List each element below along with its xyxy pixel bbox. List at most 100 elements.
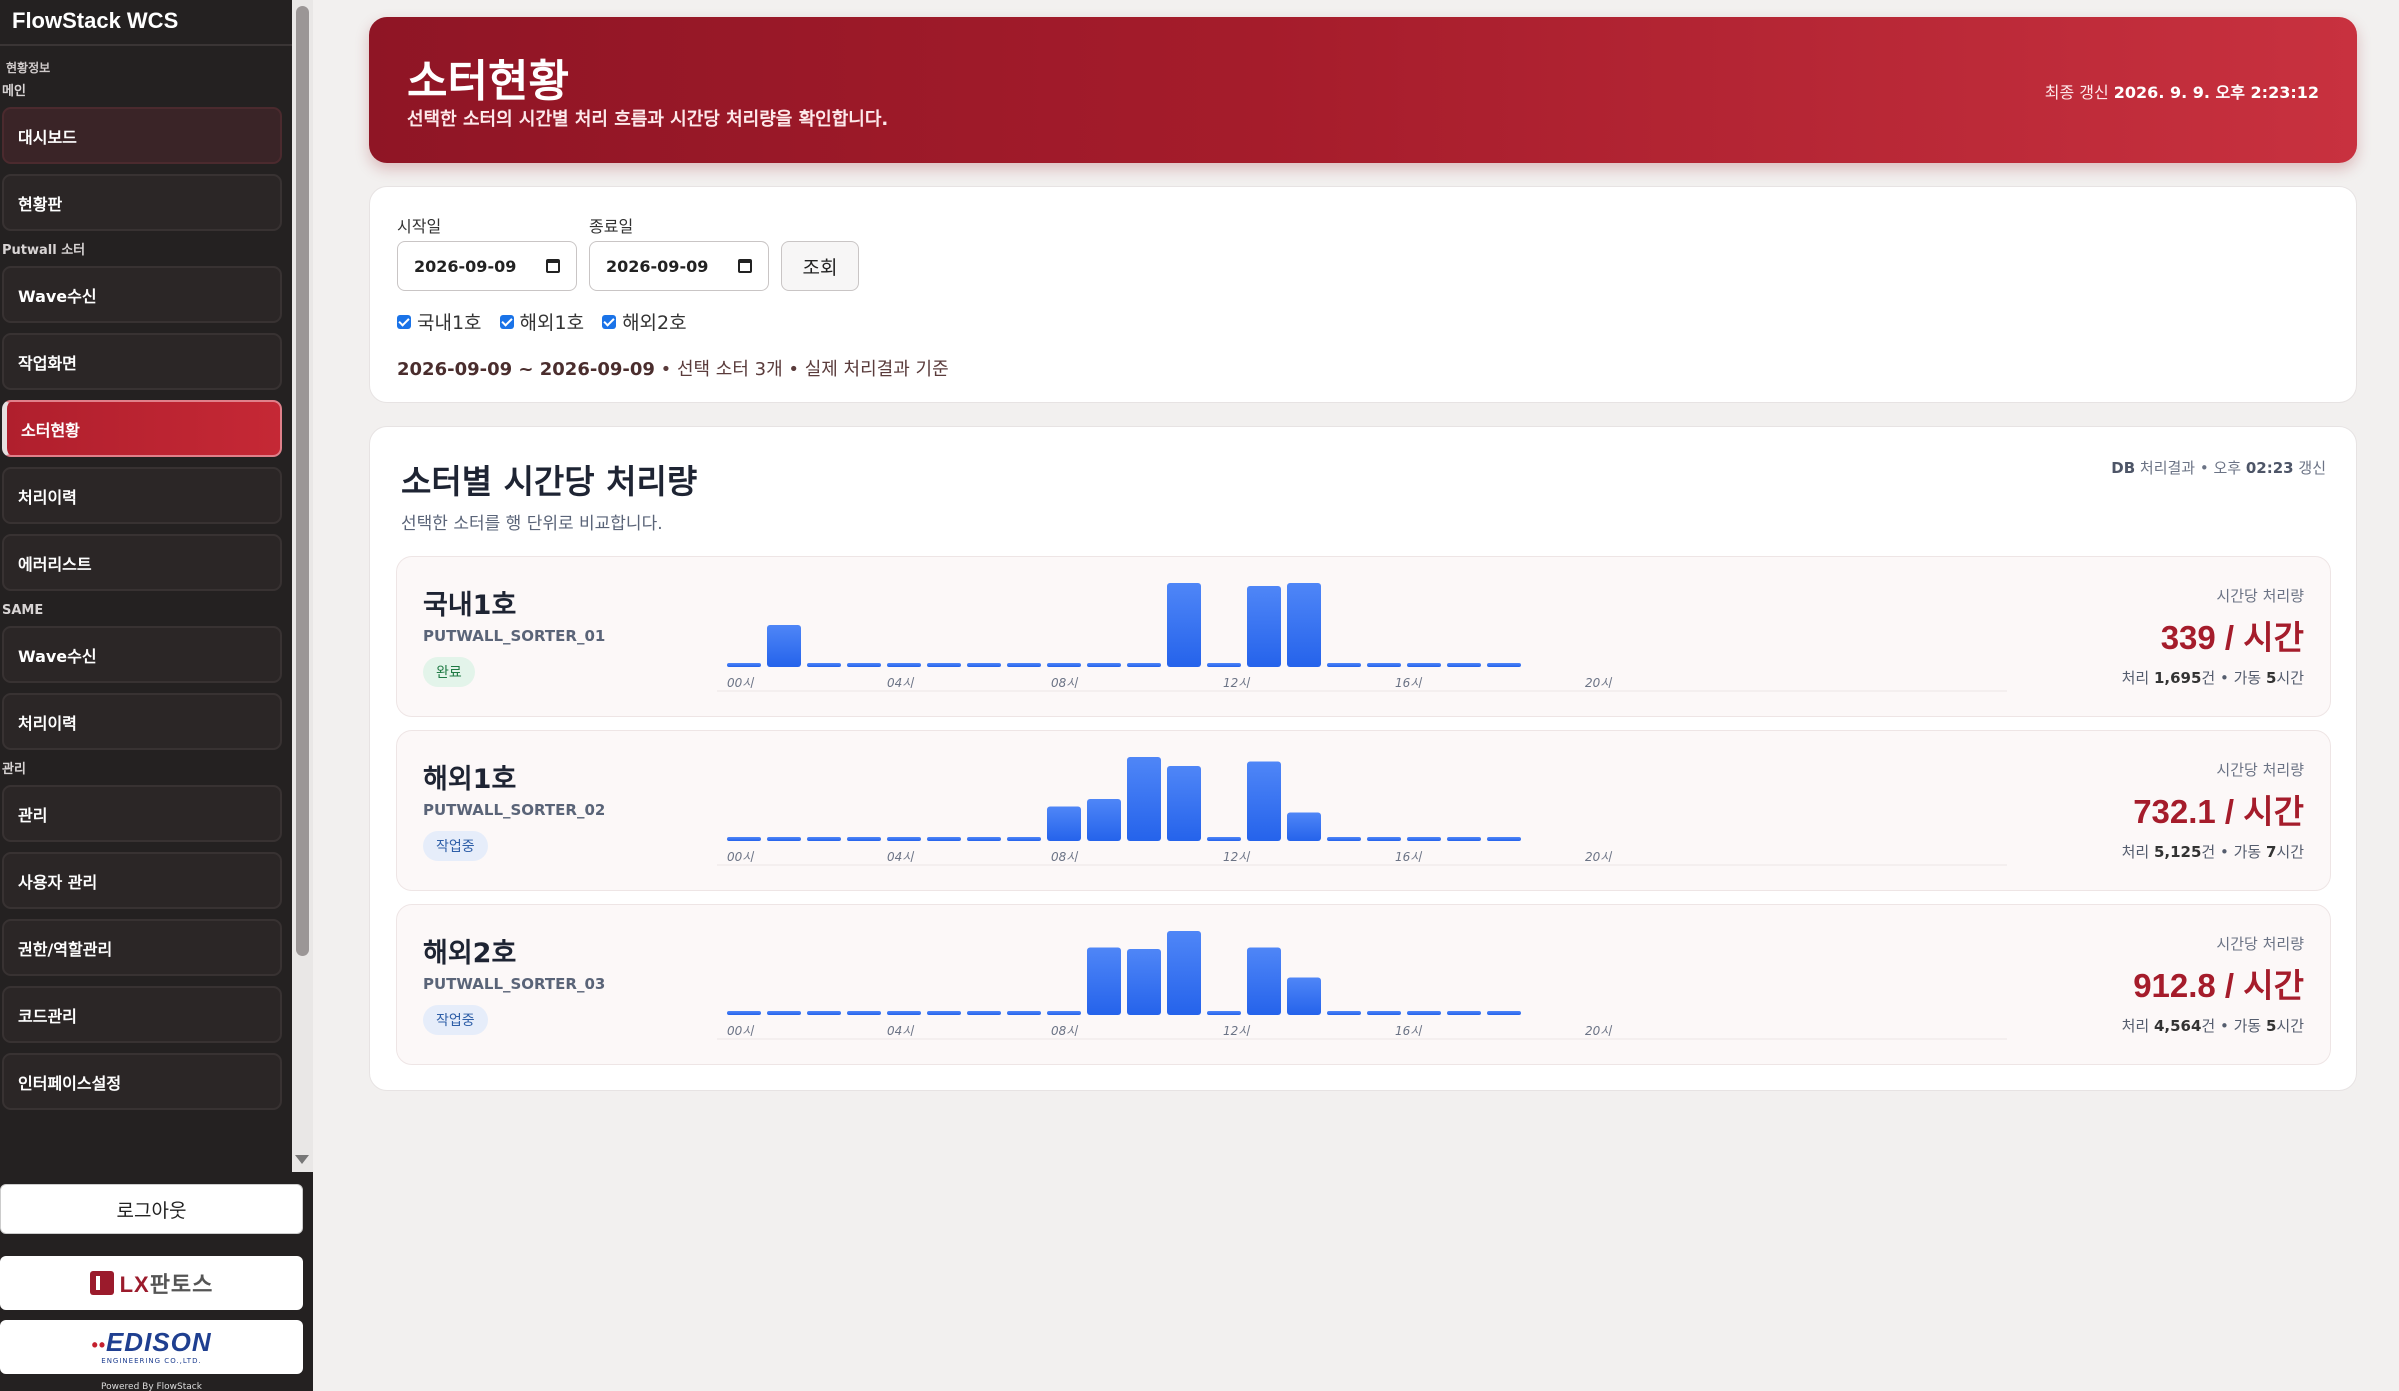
hour-bar <box>1287 583 1321 667</box>
sidebar-item--[interactable]: 인터페이스설정 <box>2 1053 282 1110</box>
checkbox-label: 해외2호 <box>622 312 687 334</box>
page-title: 소터현황 <box>407 56 569 107</box>
sidebar-section-label: 현황정보 <box>6 61 51 75</box>
summary-total-suffix: 시간 <box>2276 669 2304 687</box>
hour-bar <box>1207 663 1241 667</box>
summary-total-suffix: 시간 <box>2276 1017 2304 1035</box>
hour-bar <box>927 1011 961 1015</box>
hourly-bar-chart: 00시 04시 08시 12시 16시 20시 <box>717 557 2007 718</box>
start-date-input[interactable]: 2026-09-09 <box>397 241 577 291</box>
hour-bar <box>1407 1011 1441 1015</box>
summary-total-count: 4,564 <box>2153 1017 2202 1035</box>
hour-bar <box>1087 799 1121 841</box>
hour-bar <box>1327 837 1361 841</box>
summary-total-count: 5,125 <box>2153 843 2202 861</box>
start-date-label: 시작일 <box>397 217 442 236</box>
summary-run-hours: 5 <box>2265 669 2277 687</box>
x-tick-label: 16시 <box>1395 676 1422 690</box>
hour-bar <box>1367 663 1401 667</box>
status-badge: 완료 <box>423 657 475 687</box>
sorter-checkbox-overseas1[interactable]: 해외1호 <box>499 308 585 335</box>
checkbox-label: 해외1호 <box>519 312 585 334</box>
sorter-checkbox-group: 국내1호 해외1호 해외2호 <box>397 308 687 335</box>
lx-mark-icon <box>89 1271 114 1295</box>
hour-bar <box>847 837 881 841</box>
hour-bar <box>967 1011 1001 1015</box>
x-tick-label: 12시 <box>1223 1024 1250 1038</box>
sorter-checkbox-domestic1[interactable]: 국내1호 <box>397 308 482 335</box>
end-date-input[interactable]: 2026-09-09 <box>589 241 769 291</box>
sidebar-item--[interactable]: 대시보드 <box>2 107 282 164</box>
summary-run-hours: 5 <box>2265 1017 2277 1035</box>
sidebar-item--[interactable]: 에러리스트 <box>2 534 282 591</box>
sidebar-section-label: Putwall 소터 <box>2 243 86 258</box>
checkbox-label: 국내1호 <box>417 312 482 334</box>
x-tick-label: 16시 <box>1395 1024 1422 1038</box>
rate-label: 시간당 처리량 <box>2216 761 2304 779</box>
calendar-icon[interactable] <box>546 259 560 273</box>
hour-bar <box>1407 837 1441 841</box>
hour-bar <box>1287 812 1321 841</box>
sidebar-section-label: 관리 <box>2 762 26 777</box>
sidebar-item-wave-[interactable]: Wave수신 <box>2 626 282 683</box>
sidebar-item--[interactable]: 작업화면 <box>2 333 282 390</box>
scroll-down-arrow-icon[interactable] <box>295 1155 309 1164</box>
sorter-name: 국내1호 <box>423 590 517 621</box>
edison-logo-subtext: ENGINEERING CO.,LTD. <box>101 1356 202 1365</box>
sidebar-item--[interactable]: 권한/역할관리 <box>2 919 282 976</box>
lx-logo-text: LX판토스 <box>119 1272 214 1297</box>
hour-bar <box>1167 766 1201 841</box>
sidebar-item--[interactable]: 사용자 관리 <box>2 852 282 909</box>
sidebar-item--[interactable]: 처리이력 <box>2 467 282 524</box>
powered-by-text: Powered By FlowStack <box>101 1382 202 1391</box>
scrollbar-thumb[interactable] <box>296 6 309 956</box>
rate-value: 732.1 / 시간 <box>2133 793 2304 830</box>
edison-logo: ••EDISON ENGINEERING CO.,LTD. <box>0 1320 303 1374</box>
checkbox-checked-icon[interactable] <box>397 314 411 329</box>
sidebar-item-wave-[interactable]: Wave수신 <box>2 266 282 323</box>
search-button[interactable]: 조회 <box>781 241 859 291</box>
summary-total-mid: 건 • 가동 <box>2201 843 2266 861</box>
hour-bar <box>767 837 801 841</box>
hour-bar <box>1007 1011 1041 1015</box>
sidebar: FlowStack WCS 현황정보 메인 대시보드 현황판 Putwall 소터 Wav… <box>0 0 313 1391</box>
hour-bar <box>1167 931 1201 1015</box>
hourly-bar-chart: 00시 04시 08시 12시 16시 20시 <box>717 731 2007 892</box>
summary-run-hours: 7 <box>2265 843 2277 861</box>
hour-bar <box>1007 837 1041 841</box>
x-tick-label: 20시 <box>1585 850 1612 864</box>
query-summary: 2026-09-09 ~ 2026-09-09 • 선택 소터 3개 • 실제 … <box>397 359 949 380</box>
hour-bar <box>767 625 801 667</box>
rate-value: 912.8 / 시간 <box>2133 967 2304 1004</box>
sorter-row: 국내1호 PUTWALL_SORTER_01 완료 00시 04시 08시 12시 16시 20… <box>396 556 2331 717</box>
sidebar-item--[interactable]: 현황판 <box>2 174 282 231</box>
sidebar-scrollbar[interactable] <box>292 0 313 1172</box>
sidebar-nav: 현황정보 메인 대시보드 현황판 Putwall 소터 Wave수신 작업화면 소터현황 처리이… <box>0 48 292 1170</box>
sidebar-item--[interactable]: 코드관리 <box>2 986 282 1043</box>
hour-bar <box>1167 583 1201 667</box>
summary-total-prefix: 처리 <box>2121 669 2154 687</box>
sidebar-item--[interactable]: 관리 <box>2 785 282 842</box>
sidebar-item--[interactable]: 소터현황 <box>2 400 282 457</box>
hour-bar <box>1127 663 1161 667</box>
hour-bar <box>727 1011 761 1015</box>
hour-bar <box>727 663 761 667</box>
calendar-icon[interactable] <box>738 259 752 273</box>
end-date-label: 종료일 <box>589 217 634 236</box>
checkbox-checked-icon[interactable] <box>602 314 617 329</box>
sorter-name: 해외1호 <box>423 764 517 795</box>
throughput-panel: 소터별 시간당 처리량 선택한 소터를 행 단위로 비교합니다. DB 처리결과… <box>369 426 2357 1091</box>
sidebar-item--[interactable]: 처리이력 <box>2 693 282 750</box>
sorter-checkbox-overseas2[interactable]: 해외2호 <box>602 308 687 335</box>
sorter-name: 해외2호 <box>423 938 517 969</box>
hour-bar <box>1247 586 1281 667</box>
hour-bar <box>1327 663 1361 667</box>
hour-bar <box>1487 1011 1521 1015</box>
logout-button[interactable]: 로그아웃 <box>0 1184 303 1234</box>
hour-bar <box>767 1011 801 1015</box>
sorter-code: PUTWALL_SORTER_02 <box>423 801 606 819</box>
end-date-value: 2026-09-09 <box>606 256 709 276</box>
checkbox-checked-icon[interactable] <box>499 314 514 329</box>
x-tick-label: 16시 <box>1395 850 1422 864</box>
hour-bar <box>927 837 961 841</box>
